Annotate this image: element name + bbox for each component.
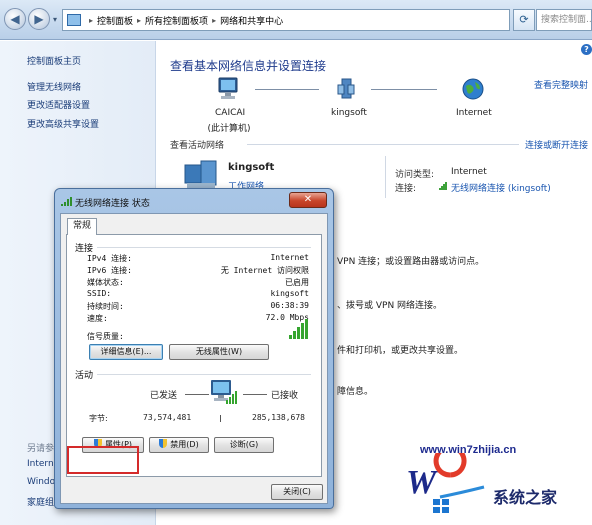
bytes-label: 字节: <box>89 414 108 423</box>
divider <box>385 156 386 198</box>
media-state-label: 媒体状态: <box>87 278 124 287</box>
computer-icon[interactable] <box>217 77 239 101</box>
nav-change-adapter[interactable]: 更改适配器设置 <box>27 98 90 111</box>
node-computer-name: CAICAI <box>215 108 246 118</box>
task-troubleshoot-text[interactable]: 障信息。 <box>337 384 373 397</box>
explorer-toolbar: ◀ ▶ ▾ ▸ 控制面板 ▸ 所有控制面板项 ▸ 网络和共享中心 ⟳ 搜索控制面… <box>0 0 592 40</box>
watermark-text: 系统之家 <box>493 488 558 507</box>
node-computer-sub: (此计算机) <box>207 124 251 134</box>
breadcrumb-network-center[interactable]: 网络和共享中心 <box>220 14 283 27</box>
search-input[interactable]: 搜索控制面... <box>536 9 592 31</box>
divider <box>97 374 311 375</box>
network-router-icon[interactable] <box>337 78 355 100</box>
recent-pages-dropdown[interactable]: ▾ <box>53 15 57 24</box>
back-button[interactable]: ◀ <box>4 8 26 30</box>
task-homegroup-text[interactable]: 件和打印机，或更改共享设置。 <box>337 343 463 356</box>
node-router-name: kingsoft <box>331 108 367 118</box>
connection-line <box>255 89 319 90</box>
node-internet-name: Internet <box>456 108 492 118</box>
ipv4-value: Internet <box>270 253 309 262</box>
work-network-icon[interactable] <box>183 157 219 191</box>
control-panel-icon <box>67 14 81 26</box>
arrow-left-icon: ◀ <box>10 12 20 26</box>
ssid-label: SSID: <box>87 289 112 298</box>
nav-change-sharing[interactable]: 更改高级共享设置 <box>27 117 99 130</box>
nav-homegroup[interactable]: 家庭组 <box>27 495 54 508</box>
nav-windows-firewall[interactable]: Windo <box>27 477 55 487</box>
close-icon[interactable]: ✕ <box>289 192 327 208</box>
ipv4-label: IPv4 连接: <box>87 254 132 263</box>
svg-text:W: W <box>406 464 439 501</box>
view-full-map-link[interactable]: 查看完整映射 <box>534 78 588 91</box>
diagnose-button[interactable]: 诊断(G) <box>214 437 274 453</box>
highlight-box <box>67 446 139 474</box>
speed-label: 速度: <box>87 314 108 323</box>
media-state-value: 已启用 <box>285 278 309 287</box>
refresh-button[interactable]: ⟳ <box>513 9 535 31</box>
received-label: 已接收 <box>271 391 299 401</box>
signal-quality-label: 信号质量: <box>87 332 124 341</box>
ipv6-label: IPv6 连接: <box>87 266 132 275</box>
network-name: kingsoft <box>228 162 275 173</box>
activity-line <box>185 394 209 395</box>
tab-panel: 连接 IPv4 连接: Internet IPv6 连接: 无 Internet… <box>66 234 322 477</box>
nav-manage-wireless[interactable]: 管理无线网络 <box>27 80 81 93</box>
task-connect-network-text[interactable]: 、拨号或 VPN 网络连接。 <box>337 298 442 311</box>
wireless-properties-button[interactable]: 无线属性(W) <box>169 344 269 360</box>
divider <box>247 144 519 145</box>
signal-quality-icon <box>289 319 308 339</box>
task-setup-connection-text[interactable]: VPN 连接；或设置路由器或访问点。 <box>337 254 484 267</box>
connect-disconnect-link[interactable]: 连接或断开连接 <box>525 138 588 151</box>
forward-button[interactable]: ▶ <box>28 8 50 30</box>
divider <box>220 415 221 422</box>
close-button[interactable]: 关闭(C) <box>271 484 323 500</box>
access-type-value: Internet <box>451 167 487 177</box>
duration-label: 持续时间: <box>87 302 124 311</box>
breadcrumb-all-items[interactable]: 所有控制面板项 <box>145 14 208 27</box>
nav-control-panel-home[interactable]: 控制面板主页 <box>27 54 81 67</box>
watermark-logo-icon: W <box>406 453 485 513</box>
connection-line <box>371 89 437 90</box>
details-button[interactable]: 详细信息(E)... <box>89 344 163 360</box>
help-icon[interactable]: ? <box>581 44 592 55</box>
sent-label: 已发送 <box>150 391 178 401</box>
duration-value: 06:38:39 <box>270 301 309 310</box>
divider <box>97 247 311 248</box>
signal-strength-icon <box>439 182 447 190</box>
breadcrumb-control-panel[interactable]: 控制面板 <box>97 14 133 27</box>
dialog-title: 无线网络连接 状态 <box>75 199 150 209</box>
disable-button[interactable]: 禁用(D) <box>149 437 209 453</box>
ssid-value: kingsoft <box>270 289 309 298</box>
activity-group-title: 活动 <box>75 371 94 381</box>
uac-shield-icon <box>159 439 168 448</box>
arrow-right-icon: ▶ <box>34 12 44 26</box>
internet-globe-icon[interactable] <box>462 78 484 100</box>
active-networks-heading: 查看活动网络 <box>170 141 225 151</box>
refresh-icon: ⟳ <box>519 13 529 26</box>
dialog-titlebar[interactable]: 无线网络连接 状态 ✕ <box>55 189 333 213</box>
bytes-received-value: 285,138,678 <box>252 413 305 422</box>
disable-button-label: 禁用(D) <box>170 440 199 449</box>
bytes-sent-value: 73,574,481 <box>143 413 192 422</box>
chevron-right-icon[interactable]: ▸ <box>89 16 93 25</box>
address-bar[interactable]: ▸ 控制面板 ▸ 所有控制面板项 ▸ 网络和共享中心 <box>62 9 510 31</box>
connection-label: 连接: <box>395 184 417 194</box>
connection-value-link[interactable]: 无线网络连接 (kingsoft) <box>451 181 551 194</box>
ipv6-value: 无 Internet 访问权限 <box>220 266 309 275</box>
tab-general[interactable]: 常规 <box>67 218 97 235</box>
chevron-right-icon[interactable]: ▸ <box>137 16 141 25</box>
signal-strength-icon <box>61 197 72 206</box>
access-type-label: 访问类型: <box>395 170 435 180</box>
chevron-right-icon[interactable]: ▸ <box>212 16 216 25</box>
activity-line <box>243 394 267 395</box>
network-activity-icon <box>211 380 237 404</box>
page-title: 查看基本网络信息并设置连接 <box>170 59 327 73</box>
